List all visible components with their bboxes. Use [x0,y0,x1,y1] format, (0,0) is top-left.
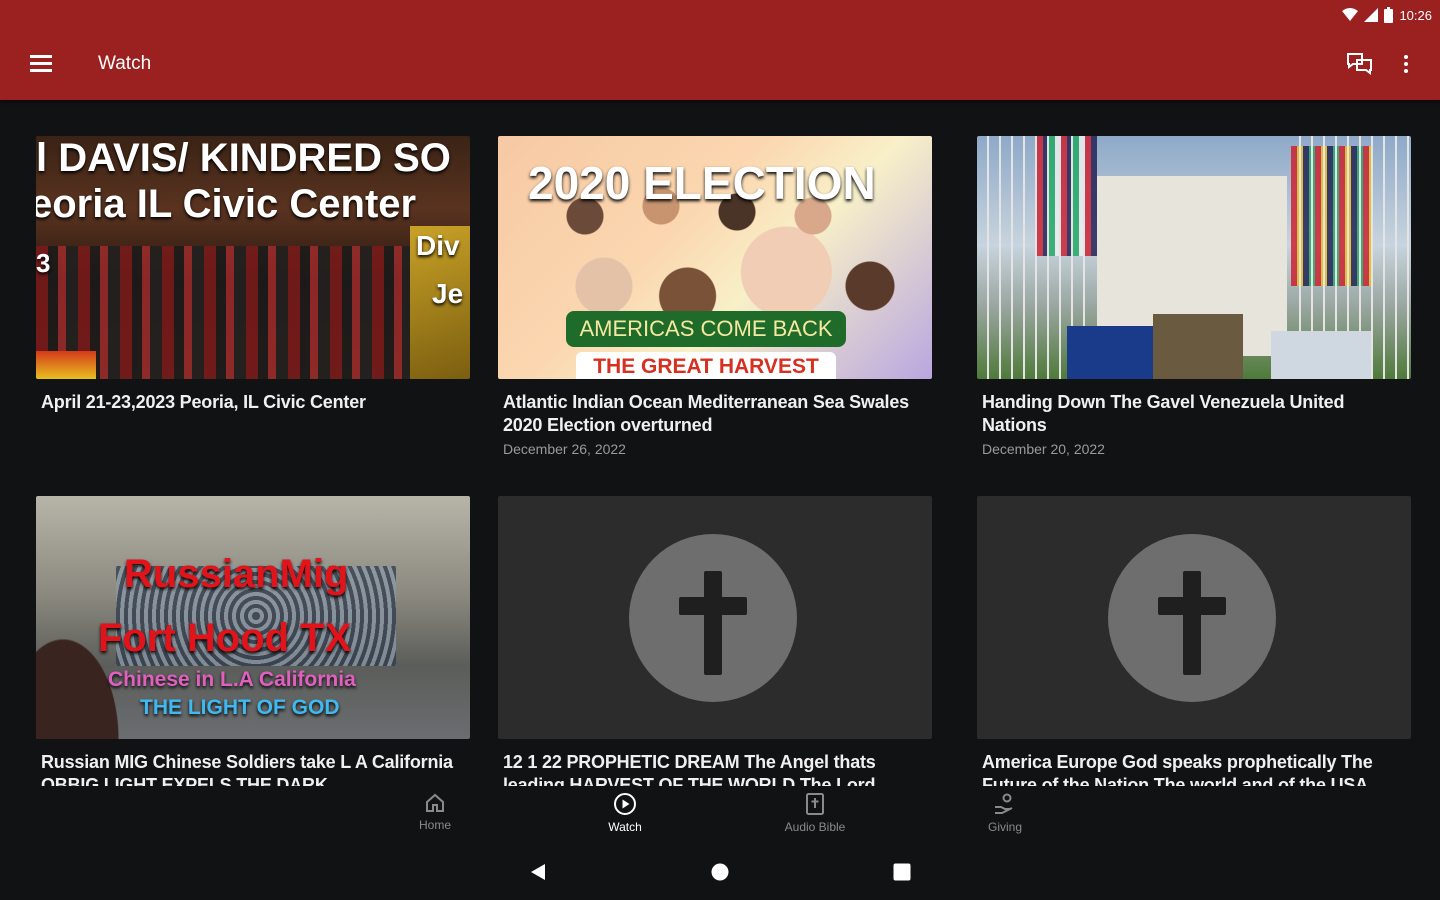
video-thumbnail[interactable]: l DAVIS/ KINDRED SO eoria IL Civic Cente… [36,136,470,379]
system-navigation-bar [0,846,1440,900]
more-options-icon[interactable] [1398,53,1414,75]
nav-home[interactable]: Home [380,792,490,832]
video-thumbnail[interactable] [977,136,1411,379]
thumbnail-text: 2020 ELECTION [528,157,876,209]
bible-icon [806,793,824,815]
video-thumbnail[interactable]: 2020 ELECTION AMERICAS COME BACK THE GRE… [498,136,932,379]
video-card-4[interactable]: RussianMig Fort Hood TX Chinese in L.A C… [36,496,470,786]
menu-icon[interactable] [30,52,52,74]
home-button-icon[interactable] [710,862,730,887]
chat-icon[interactable] [1346,52,1374,76]
nav-watch[interactable]: Watch [570,792,680,834]
video-card-2[interactable]: 2020 ELECTION AMERICAS COME BACK THE GRE… [498,136,932,457]
nav-giving[interactable]: Giving [950,792,1060,834]
page-title: Watch [98,53,152,74]
thumbnail-text: Fort Hood TX [98,616,352,660]
nav-label: Home [418,818,451,832]
video-thumbnail-placeholder[interactable] [977,496,1411,739]
status-bar: 10:26 [1342,6,1432,24]
wifi-icon [1342,8,1359,21]
cross-icon [1108,534,1276,702]
home-icon [426,793,444,812]
thumbnail-text: Div [416,230,460,261]
thumbnail-text: THE LIGHT OF GOD [140,696,340,719]
thumbnail-banner: THE GREAT HARVEST [576,352,836,379]
status-time: 10:26 [1399,7,1432,23]
thumbnail-banner: AMERICAS COME BACK [566,311,846,347]
video-title: Russian MIG Chinese Soldiers take L A Ca… [41,752,453,786]
nav-audio-bible[interactable]: Audio Bible [760,792,870,834]
thumbnail-text: eoria IL Civic Center [36,182,417,226]
video-thumbnail-placeholder[interactable] [498,496,932,739]
video-title: 12 1 22 PROPHETIC DREAM The Angel thats … [503,752,876,786]
thumbnail-text: 3 [36,248,51,278]
video-date: December 26, 2022 [503,441,626,457]
video-title: April 21-23,2023 Peoria, IL Civic Center [41,392,366,412]
back-icon[interactable] [528,862,548,887]
play-circle-icon [614,793,636,815]
video-card-1[interactable]: l DAVIS/ KINDRED SO eoria IL Civic Cente… [36,136,470,414]
thumbnail-text: RussianMig [124,552,349,596]
bottom-navigation: Home Watch Audio Bible Giving [0,786,1440,842]
video-title: America Europe God speaks prophetically … [982,752,1373,786]
cross-icon [629,534,797,702]
video-card-6[interactable]: America Europe God speaks prophetically … [977,496,1411,786]
video-card-3[interactable]: Handing Down The Gavel Venezuela United … [977,136,1411,457]
video-title: Handing Down The Gavel Venezuela United … [982,392,1345,435]
thumbnail-text: Je [432,278,464,309]
signal-icon [1364,8,1379,22]
thumbnail-text: l DAVIS/ KINDRED SO [36,136,451,180]
thumbnail-text: Chinese in L.A California [108,668,356,691]
recents-icon[interactable] [892,862,912,887]
video-card-5[interactable]: 12 1 22 PROPHETIC DREAM The Angel thats … [498,496,932,786]
nav-label: Giving [987,820,1022,834]
nav-label: Audio Bible [784,820,846,834]
video-thumbnail[interactable]: RussianMig Fort Hood TX Chinese in L.A C… [36,496,470,739]
app-bar: 10:26 Watch [0,0,1440,100]
video-title: Atlantic Indian Ocean Mediterranean Sea … [503,392,909,435]
nav-label: Watch [608,820,642,834]
battery-icon [1384,7,1394,23]
video-date: December 20, 2022 [982,441,1105,457]
giving-hand-icon [995,793,1013,814]
